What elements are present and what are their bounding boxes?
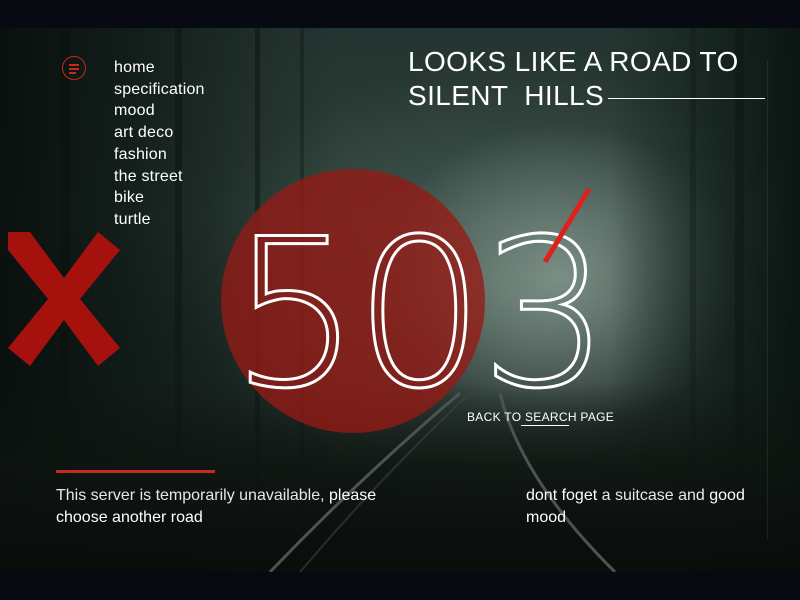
tip-emphasis-1: dont foget (526, 487, 598, 504)
server-message: This server is temporarily unavailable, … (56, 485, 416, 529)
red-divider (56, 470, 215, 473)
back-link-suffix: PAGE (576, 410, 615, 424)
back-link-prefix: BACK TO (467, 410, 525, 424)
error-code-digits: 50 (230, 196, 479, 434)
error-code-digit-3: 3 (480, 196, 610, 434)
back-link-emphasis: SEARCH (524, 410, 577, 424)
back-link-underline (521, 425, 569, 426)
server-message-text: This server is temporarily unavailable, (56, 487, 329, 504)
tip-text: a suitcase and (597, 487, 710, 504)
back-to-search-link[interactable]: BACK TO SEARCH PAGE (467, 410, 614, 424)
tip-message: dont foget a suitcase and good mood (526, 485, 766, 529)
right-edge-line (767, 60, 768, 540)
page-frame: home specification mood art deco fashion… (0, 0, 800, 600)
